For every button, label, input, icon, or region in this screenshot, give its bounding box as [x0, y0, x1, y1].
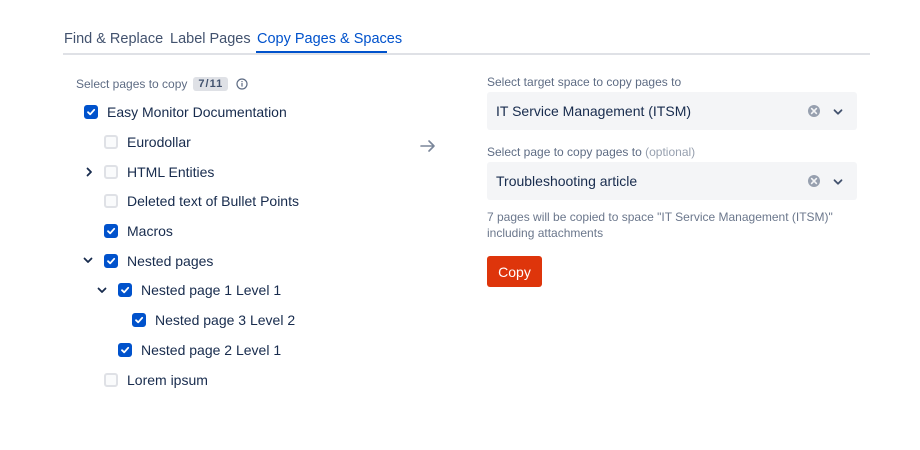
tab-label-pages[interactable]: Label Pages: [170, 31, 251, 47]
tab-bar: Find & Replace Label Pages Copy Pages & …: [63, 0, 870, 55]
page-tree-item[interactable]: HTML Entities: [104, 161, 214, 183]
checkbox-checked[interactable]: [132, 313, 146, 327]
page-tree-item-label: Nested pages: [127, 253, 214, 269]
selected-count-badge: 7/11: [193, 77, 229, 91]
page-tree-item[interactable]: Deleted text of Bullet Points: [104, 190, 299, 212]
chevron-down-icon[interactable]: [832, 105, 844, 117]
target-page-label: Select page to copy pages to (optional): [487, 145, 695, 159]
page-tree-item-label: Macros: [127, 223, 173, 239]
page-tree-item[interactable]: Nested page 1 Level 1: [118, 279, 281, 301]
target-space-label: Select target space to copy pages to: [487, 75, 682, 89]
page-tree-item-label: Nested page 2 Level 1: [141, 342, 282, 358]
select-pages-label: Select pages to copy: [76, 77, 188, 91]
page-tree-item-label: Lorem ipsum: [127, 372, 208, 388]
page-tree-item-label: Nested page 1 Level 1: [141, 282, 282, 298]
chevron-right-icon[interactable]: [83, 166, 95, 178]
page-tree-item[interactable]: Nested pages: [104, 250, 213, 272]
page-tree-item[interactable]: Nested page 3 Level 2: [132, 309, 295, 331]
chevron-down-icon[interactable]: [832, 175, 844, 187]
checkbox-checked[interactable]: [118, 283, 132, 297]
arrow-right-icon: [419, 137, 437, 155]
optional-hint: (optional): [645, 145, 696, 159]
page-tree-item-label: Eurodollar: [127, 134, 191, 150]
clear-icon[interactable]: [807, 104, 821, 118]
checkbox-checked[interactable]: [84, 105, 98, 119]
chevron-down-icon[interactable]: [96, 284, 108, 296]
page-tree-item[interactable]: Eurodollar: [104, 131, 191, 153]
page-tree-item-label: Nested page 3 Level 2: [155, 312, 296, 328]
checkbox-unchecked[interactable]: [104, 165, 118, 179]
page-tree-item-label: Deleted text of Bullet Points: [127, 193, 299, 209]
page-tree-item[interactable]: Macros: [104, 220, 173, 242]
checkbox-unchecked[interactable]: [104, 373, 118, 387]
checkbox-checked[interactable]: [104, 254, 118, 268]
page-tree-item[interactable]: Nested page 2 Level 1: [118, 339, 281, 361]
page-tree-item-label: Easy Monitor Documentation: [107, 104, 287, 120]
chevron-down-icon[interactable]: [82, 254, 94, 266]
checkbox-checked[interactable]: [104, 224, 118, 238]
target-page-select[interactable]: Troubleshooting article: [487, 162, 857, 200]
clear-icon[interactable]: [807, 174, 821, 188]
tab-copy-pages-spaces[interactable]: Copy Pages & Spaces: [257, 31, 402, 47]
target-page-label-text: Select page to copy pages to: [487, 145, 642, 159]
copy-summary-text: 7 pages will be copied to space "IT Serv…: [487, 210, 833, 240]
page-tree-item[interactable]: Easy Monitor Documentation: [84, 101, 287, 123]
select-pages-header: Select pages to copy 7/11: [76, 77, 248, 91]
checkbox-checked[interactable]: [118, 343, 132, 357]
page-tree-item-label: HTML Entities: [127, 164, 215, 180]
checkbox-unchecked[interactable]: [104, 194, 118, 208]
tab-find-replace[interactable]: Find & Replace: [64, 31, 163, 47]
copy-button[interactable]: Copy: [487, 256, 542, 287]
target-space-select[interactable]: IT Service Management (ITSM): [487, 92, 857, 130]
page-tree-item[interactable]: Lorem ipsum: [104, 369, 208, 391]
target-page-value: Troubleshooting article: [496, 173, 638, 189]
target-space-value: IT Service Management (ITSM): [496, 103, 692, 119]
info-icon[interactable]: [236, 78, 248, 90]
active-tab-indicator: [256, 51, 387, 53]
checkbox-unchecked[interactable]: [104, 135, 118, 149]
